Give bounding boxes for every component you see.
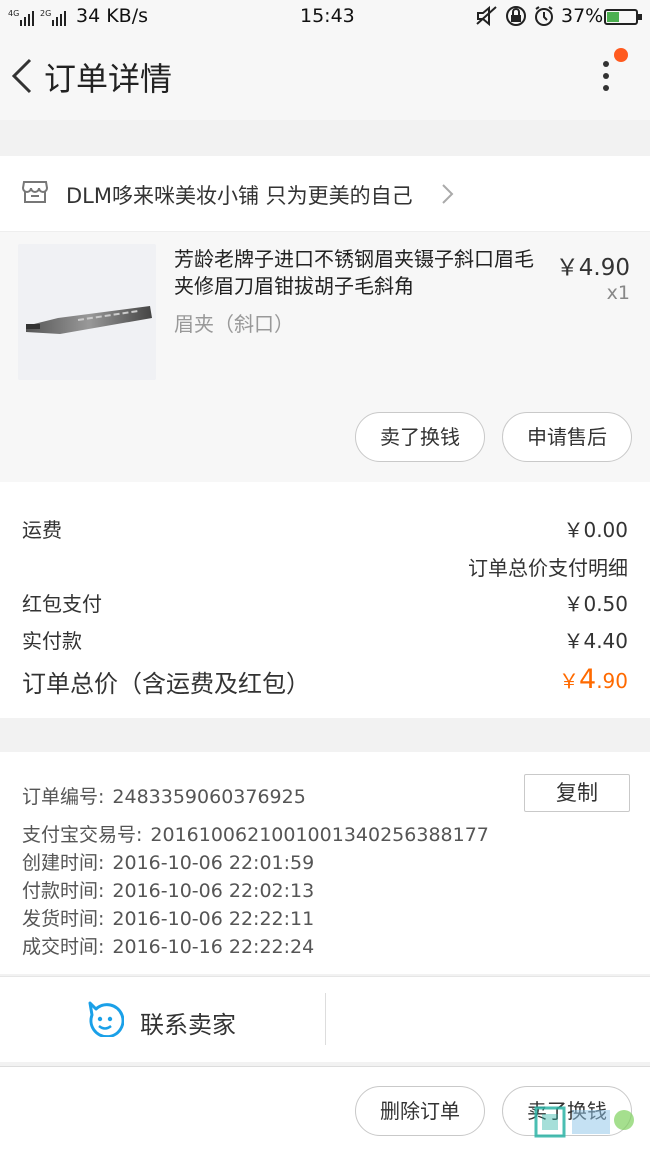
mute-icon [476,5,497,27]
info-label: 成交时间: [22,936,105,958]
closed-time: 2016-10-16 22:22:24 [112,936,315,958]
chat-bubble-icon[interactable] [86,1001,125,1039]
product-title: 芳龄老牌子进口不锈钢眉夹镊子斜口眉毛夹修眉刀眉钳拔胡子毛斜角 [174,247,534,298]
order-number-row: 订单编号: 2483359060376925 [22,782,306,809]
total-decimal: .90 [596,669,628,693]
product-quantity: x1 [606,282,630,304]
after-sale-button[interactable]: 申请售后 [502,412,632,462]
divider [325,993,326,1045]
order-info: 订单编号: 2483359060376925 复制 支付宝交易号: 20161006… [0,752,650,974]
redpacket-row: 红包支付 ￥0.50 [22,588,628,617]
redpacket-value: ￥0.50 [563,592,628,616]
alarm-icon [535,6,553,26]
order-number: 2483359060376925 [112,786,306,808]
paid-time: 2016-10-06 22:02:13 [112,880,315,902]
info-label: 支付宝交易号: [22,824,143,846]
product-image[interactable] [18,244,156,380]
total-currency: ￥ [559,669,579,693]
redpacket-label: 红包支付 [22,592,102,616]
chevron-right-icon [440,183,454,205]
nav-bar: 订单详情 [0,34,650,120]
shop-row[interactable]: DLM哆来咪美妆小铺 只为更美的自己 [0,156,650,232]
paid-value: ￥4.40 [563,629,628,653]
battery-icon [604,9,642,25]
sell-button[interactable]: 卖了换钱 [355,412,485,462]
shipping-value: ￥0.00 [563,518,628,542]
contact-bar: 联系卖家 [0,976,650,1062]
more-menu-icon[interactable] [590,56,624,96]
delete-order-button[interactable]: 删除订单 [355,1086,485,1136]
status-icons [476,5,560,32]
page-title: 订单详情 [44,60,173,98]
lock-icon [506,6,526,26]
status-bar: 4G 2G 34 KB/s 15:43 37% [0,0,650,34]
total-integer: 4 [579,664,597,695]
created-time-row: 创建时间: 2016-10-06 22:01:59 [22,848,314,875]
total-label: 订单总价（含运费及红包） [22,670,310,698]
closed-time-row: 成交时间: 2016-10-16 22:22:24 [22,932,314,959]
contact-seller-button[interactable]: 联系卖家 [140,1005,236,1040]
shipping-row: 运费 ￥0.00 [22,514,628,543]
created-time: 2016-10-06 22:01:59 [112,852,315,874]
alipay-trade-row: 支付宝交易号: 2016100621001001340256388177 [22,820,489,847]
paid-label: 实付款 [22,629,82,653]
paid-time-row: 付款时间: 2016-10-06 22:02:13 [22,876,314,903]
product-price: ￥4.90 [555,255,630,281]
payment-detail-label: 订单总价支付明细 [468,556,628,580]
info-label: 发货时间: [22,908,105,930]
alipay-trade-number: 2016100621001001340256388177 [150,824,489,846]
copy-button[interactable]: 复制 [524,774,630,812]
signal-icon: 4G 2G [8,8,70,31]
info-label: 付款时间: [22,880,105,902]
battery-percent: 37% [561,5,604,27]
shipped-time: 2016-10-06 22:22:11 [112,908,315,930]
fee-summary: 运费 ￥0.00 订单总价支付明细 红包支付 ￥0.50 实付款 ￥4.40 订… [0,482,650,718]
product-sku: 眉夹（斜口） [174,312,294,336]
watermark-logo [528,1104,646,1152]
info-label: 创建时间: [22,852,105,874]
shop-name: DLM哆来咪美妆小铺 只为更美的自己 [66,184,413,208]
shipping-label: 运费 [22,518,62,542]
shop-icon [21,180,49,204]
product-item[interactable]: 芳龄老牌子进口不锈钢眉夹镊子斜口眉毛夹修眉刀眉钳拔胡子毛斜角 眉夹（斜口） ￥4… [0,232,650,482]
clock: 15:43 [300,5,355,27]
network-4g-label: 4G [8,9,19,18]
info-label: 订单编号: [22,786,105,808]
network-speed: 34 KB/s [76,5,149,27]
total-row: 订单总价（含运费及红包） ￥4.90 [22,664,628,699]
back-arrow-icon[interactable] [8,56,38,96]
total-value: ￥4.90 [559,664,628,695]
shipped-time-row: 发货时间: 2016-10-06 22:22:11 [22,904,314,931]
notification-dot [614,48,628,62]
paid-row: 实付款 ￥4.40 [22,625,628,654]
network-2g-label: 2G [40,9,51,18]
